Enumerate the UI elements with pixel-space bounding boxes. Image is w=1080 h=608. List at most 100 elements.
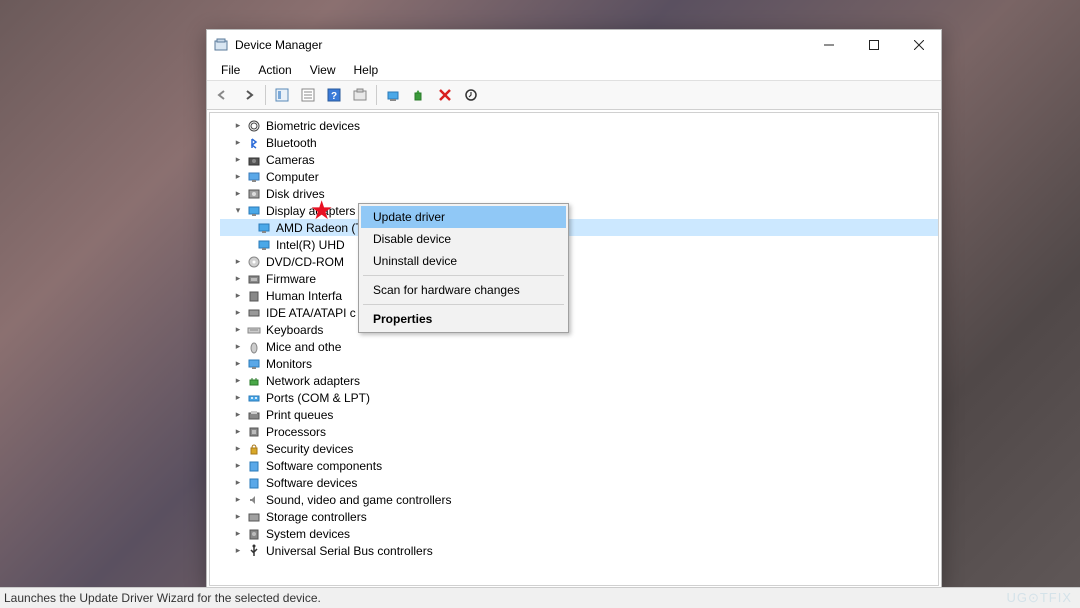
tree-item[interactable]: ▸ Universal Serial Bus controllers bbox=[220, 542, 938, 559]
display-icon bbox=[256, 221, 272, 235]
window-controls bbox=[806, 30, 941, 60]
expand-right-icon[interactable]: ▸ bbox=[232, 545, 244, 557]
tree-item[interactable]: ▸Monitors bbox=[220, 355, 938, 372]
tree-item[interactable]: ▸ Ports (COM & LPT) bbox=[220, 389, 938, 406]
tree-item[interactable]: ▸DVD/CD-ROM bbox=[220, 253, 938, 270]
bluetooth-icon bbox=[246, 136, 262, 150]
help-button[interactable]: ? bbox=[322, 83, 346, 107]
expand-right-icon[interactable]: ▸ bbox=[232, 511, 244, 523]
context-menu-item[interactable]: Disable device bbox=[361, 228, 566, 250]
tree-item[interactable]: ▸ System devices bbox=[220, 525, 938, 542]
expand-right-icon[interactable]: ▸ bbox=[232, 273, 244, 285]
camera-icon bbox=[246, 153, 262, 167]
expand-right-icon[interactable]: ▸ bbox=[232, 137, 244, 149]
context-menu-item[interactable]: Properties bbox=[361, 308, 566, 330]
maximize-button[interactable] bbox=[851, 30, 896, 60]
menu-view[interactable]: View bbox=[302, 61, 344, 79]
expand-right-icon[interactable]: ▸ bbox=[232, 154, 244, 166]
ide-icon bbox=[246, 306, 262, 320]
tree-item[interactable]: ▸ Software components bbox=[220, 457, 938, 474]
enable-button[interactable] bbox=[407, 83, 431, 107]
expand-right-icon[interactable]: ▸ bbox=[232, 290, 244, 302]
tree-item[interactable]: ▸ Security devices bbox=[220, 440, 938, 457]
expand-right-icon[interactable]: ▸ bbox=[232, 426, 244, 438]
device-tree[interactable]: ▸ Biometric devices ▸ Bluetooth▸Cameras▸Com… bbox=[210, 113, 938, 563]
tree-item[interactable]: ▸IDE ATA/ATAPI c bbox=[220, 304, 938, 321]
expand-right-icon[interactable]: ▸ bbox=[232, 460, 244, 472]
expand-right-icon[interactable]: ▸ bbox=[232, 375, 244, 387]
dvd-icon bbox=[246, 255, 262, 269]
expand-right-icon[interactable]: ▸ bbox=[232, 392, 244, 404]
show-hide-console-button[interactable] bbox=[270, 83, 294, 107]
sound-icon bbox=[246, 493, 262, 507]
tree-item-label: Bluetooth bbox=[266, 136, 317, 150]
tree-item[interactable]: ▸Storage controllers bbox=[220, 508, 938, 525]
expand-right-icon[interactable]: ▸ bbox=[232, 494, 244, 506]
tree-item-label: Software components bbox=[266, 459, 382, 473]
tree-item[interactable]: ▸ Software devices bbox=[220, 474, 938, 491]
expand-right-icon[interactable]: ▸ bbox=[232, 409, 244, 421]
properties-button[interactable] bbox=[296, 83, 320, 107]
back-button[interactable] bbox=[211, 83, 235, 107]
tree-item-label: Software devices bbox=[266, 476, 357, 490]
tree-item[interactable]: ▸Cameras bbox=[220, 151, 938, 168]
tree-item[interactable]: ▸ Network adapters bbox=[220, 372, 938, 389]
expand-right-icon[interactable]: ▸ bbox=[232, 188, 244, 200]
expand-right-icon[interactable]: ▸ bbox=[232, 358, 244, 370]
context-menu-separator bbox=[363, 275, 564, 276]
tree-item[interactable]: ▸Keyboards bbox=[220, 321, 938, 338]
menu-action[interactable]: Action bbox=[250, 61, 299, 79]
context-menu-item[interactable]: Scan for hardware changes bbox=[361, 279, 566, 301]
expand-right-icon[interactable]: ▸ bbox=[232, 528, 244, 540]
menu-file[interactable]: File bbox=[213, 61, 248, 79]
expand-right-icon[interactable]: ▸ bbox=[232, 443, 244, 455]
tree-item-label: Processors bbox=[266, 425, 326, 439]
tree-item-label: Human Interfa bbox=[266, 289, 342, 303]
tree-item[interactable]: ▸ Human Interfa bbox=[220, 287, 938, 304]
expand-right-icon[interactable]: ▸ bbox=[232, 120, 244, 132]
expand-right-icon[interactable]: ▸ bbox=[232, 256, 244, 268]
tree-item[interactable]: ▸Sound, video and game controllers bbox=[220, 491, 938, 508]
tree-item[interactable]: ▸Firmware bbox=[220, 270, 938, 287]
display-icon bbox=[246, 204, 262, 218]
tree-item-label: Network adapters bbox=[266, 374, 360, 388]
context-menu-item[interactable]: Update driver bbox=[361, 206, 566, 228]
expand-down-icon[interactable]: ▾ bbox=[232, 205, 244, 217]
tree-item[interactable]: ▸Computer bbox=[220, 168, 938, 185]
context-menu-item[interactable]: Uninstall device bbox=[361, 250, 566, 272]
expand-right-icon[interactable]: ▸ bbox=[232, 341, 244, 353]
device-manager-window: Device Manager File Action View Help ? ▸… bbox=[206, 29, 942, 589]
scan-button[interactable] bbox=[348, 83, 372, 107]
tree-item-label: Security devices bbox=[266, 442, 353, 456]
printer-icon bbox=[246, 408, 262, 422]
tree-item-label: Biometric devices bbox=[266, 119, 360, 133]
tree-item[interactable]: ▸ Print queues bbox=[220, 406, 938, 423]
expand-right-icon[interactable]: ▸ bbox=[232, 171, 244, 183]
tree-item[interactable]: ▸Mice and othe bbox=[220, 338, 938, 355]
toolbar: ? bbox=[207, 81, 941, 110]
tree-item-label: Universal Serial Bus controllers bbox=[266, 544, 433, 558]
close-button[interactable] bbox=[896, 30, 941, 60]
expand-right-icon[interactable]: ▸ bbox=[232, 477, 244, 489]
forward-button[interactable] bbox=[237, 83, 261, 107]
uninstall-button[interactable] bbox=[433, 83, 457, 107]
software-icon bbox=[246, 459, 262, 473]
tree-item-label: Print queues bbox=[266, 408, 333, 422]
tree-item[interactable]: ▸ Bluetooth bbox=[220, 134, 938, 151]
display-icon bbox=[256, 238, 272, 252]
ports-icon bbox=[246, 391, 262, 405]
tree-item[interactable]: ▸ Processors bbox=[220, 423, 938, 440]
network-icon bbox=[246, 374, 262, 388]
menu-help[interactable]: Help bbox=[346, 61, 387, 79]
minimize-button[interactable] bbox=[806, 30, 851, 60]
security-icon bbox=[246, 442, 262, 456]
tree-item[interactable]: Intel(R) UHD bbox=[220, 236, 938, 253]
tree-item[interactable]: ▸ Biometric devices bbox=[220, 117, 938, 134]
expand-right-icon[interactable]: ▸ bbox=[232, 307, 244, 319]
scan-hardware-button[interactable] bbox=[459, 83, 483, 107]
tree-item-label: System devices bbox=[266, 527, 350, 541]
tree-item-label: Ports (COM & LPT) bbox=[266, 391, 370, 405]
watermark-text: UG⊙TFIX bbox=[1006, 590, 1072, 606]
update-driver-button[interactable] bbox=[381, 83, 405, 107]
expand-right-icon[interactable]: ▸ bbox=[232, 324, 244, 336]
